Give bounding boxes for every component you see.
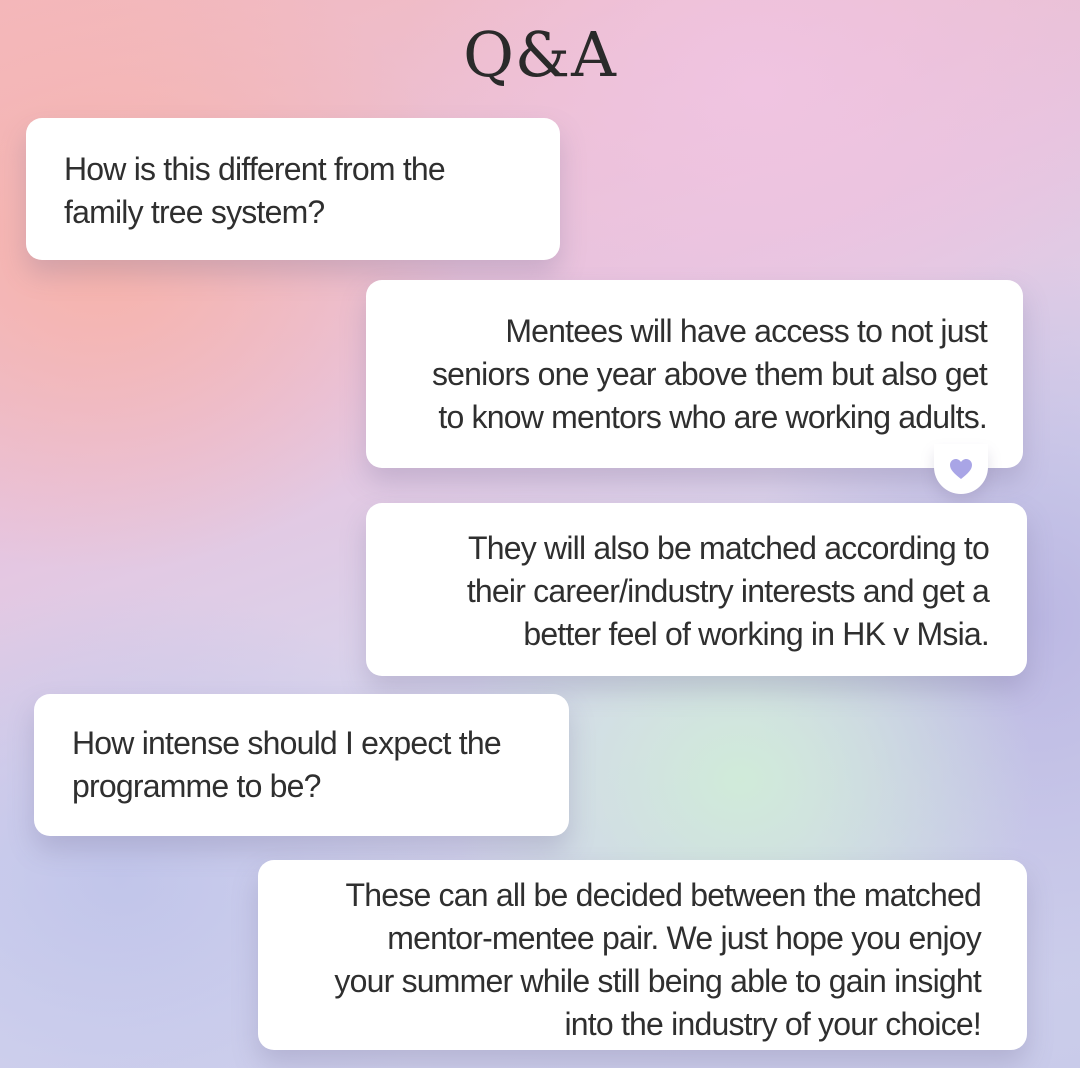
question-bubble: How intense should I expect the programm… [34,694,569,836]
answer-bubble: They will also be matched according to t… [366,503,1027,676]
question-text: How intense should I expect the programm… [72,725,502,804]
answer-text: Mentees will have access to not just sen… [431,313,988,435]
answer-text: They will also be matched according to t… [466,530,990,652]
answer-bubble: These can all be decided between the mat… [258,860,1027,1050]
answer-bubble: Mentees will have access to not just sen… [366,280,1023,468]
heart-icon [950,459,972,479]
question-text: How is this different from the family tr… [64,151,446,230]
question-bubble: How is this different from the family tr… [26,118,560,260]
page-title: Q&A [463,18,617,91]
reaction-badge[interactable] [934,444,988,494]
answer-text: These can all be decided between the mat… [334,877,981,1042]
